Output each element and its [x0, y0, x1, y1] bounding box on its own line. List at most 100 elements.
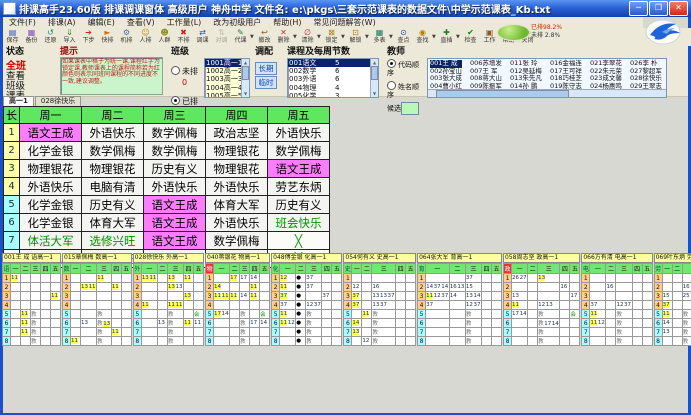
- mini-cell[interactable]: 教: [31, 337, 41, 346]
- mini-cell[interactable]: [230, 337, 240, 346]
- mini-cell[interactable]: [280, 337, 296, 346]
- mini-cell[interactable]: 教: [465, 337, 481, 346]
- mini-cell[interactable]: [51, 274, 61, 283]
- mini-cell[interactable]: [71, 301, 81, 310]
- mini-cell[interactable]: 11: [280, 310, 296, 319]
- mini-cell[interactable]: [322, 310, 332, 319]
- lesson-cell[interactable]: 语文王成: [20, 124, 82, 142]
- mini-cell[interactable]: [332, 319, 342, 328]
- mini-cell[interactable]: [492, 328, 502, 337]
- mini-cell[interactable]: 11: [280, 283, 296, 292]
- toolbar-button-解锁[interactable]: ⊡解锁: [346, 28, 365, 44]
- mini-cell[interactable]: [121, 292, 131, 301]
- mini-cell[interactable]: 16: [682, 283, 691, 292]
- mini-cell[interactable]: 教: [97, 337, 112, 346]
- mini-cell[interactable]: [214, 337, 230, 346]
- toolbar-button-不排[interactable]: ✖不排: [174, 28, 193, 44]
- mini-cell[interactable]: [560, 274, 570, 283]
- mini-cell[interactable]: [194, 283, 204, 292]
- teacher-block-title[interactable]: 048傅金银 化高一1: [271, 253, 342, 263]
- mini-cell[interactable]: [482, 310, 492, 319]
- mini-cell[interactable]: 14: [250, 274, 260, 283]
- mini-cell[interactable]: 会: [260, 310, 270, 319]
- mini-cell[interactable]: [606, 274, 616, 283]
- mini-cell[interactable]: [157, 292, 167, 301]
- mini-cell[interactable]: [11, 328, 21, 337]
- lesson-cell[interactable]: 外语快乐: [82, 124, 144, 142]
- mini-cell[interactable]: [31, 283, 41, 292]
- toolbar-button-导入[interactable]: ⇓导入: [60, 28, 79, 44]
- mini-cell[interactable]: [260, 328, 270, 337]
- mini-cell[interactable]: [230, 328, 240, 337]
- mini-cell[interactable]: [642, 301, 652, 310]
- mini-cell[interactable]: 13: [167, 274, 183, 283]
- mini-cell[interactable]: [157, 337, 167, 346]
- mini-cell[interactable]: [396, 310, 406, 319]
- mini-cell[interactable]: [31, 292, 41, 301]
- mini-cell[interactable]: [260, 274, 270, 283]
- mini-cell[interactable]: [406, 328, 416, 337]
- mini-cell[interactable]: [570, 274, 580, 283]
- toolbar-button-工作[interactable]: ▣工作: [480, 28, 499, 44]
- toolbar-button-保存[interactable]: ▤保存: [3, 28, 22, 44]
- mini-cell[interactable]: [81, 310, 97, 319]
- mini-cell[interactable]: [362, 319, 372, 328]
- mini-cell[interactable]: [642, 319, 652, 328]
- mini-cell[interactable]: [352, 274, 362, 283]
- lesson-cell[interactable]: 物理银花: [20, 160, 82, 178]
- course-list-item[interactable]: 005化学3: [288, 92, 378, 98]
- mini-cell[interactable]: 教: [306, 310, 322, 319]
- mini-cell[interactable]: [482, 328, 492, 337]
- mini-cell[interactable]: 教: [682, 310, 691, 319]
- lesson-cell[interactable]: 数学佩梅: [206, 232, 268, 250]
- mini-cell[interactable]: [362, 283, 372, 292]
- lesson-cell[interactable]: 数学佩梅: [268, 142, 330, 160]
- lesson-cell[interactable]: 历史有义: [268, 196, 330, 214]
- mini-cell[interactable]: [528, 274, 538, 283]
- mini-cell[interactable]: [606, 337, 616, 346]
- lesson-cell[interactable]: 语文王成: [144, 214, 206, 232]
- mini-cell[interactable]: [396, 274, 406, 283]
- mini-cell[interactable]: [426, 337, 450, 346]
- mini-cell[interactable]: 37: [590, 301, 606, 310]
- mini-cell[interactable]: [426, 310, 450, 319]
- mini-cell[interactable]: [230, 301, 240, 310]
- whole-class-link[interactable]: 全班: [6, 57, 58, 72]
- mini-cell[interactable]: [632, 283, 642, 292]
- mini-cell[interactable]: [230, 319, 240, 328]
- mini-cell[interactable]: [240, 301, 250, 310]
- toolbar-button-调课[interactable]: ⇄调课: [193, 28, 212, 44]
- mini-cell[interactable]: [406, 337, 416, 346]
- mini-cell[interactable]: [31, 274, 41, 283]
- lesson-cell[interactable]: 语文王成: [144, 232, 206, 250]
- mini-cell[interactable]: [616, 292, 632, 301]
- teacher-block-title[interactable]: 028徐快乐 外高一1: [133, 253, 204, 263]
- mini-cell[interactable]: 教: [306, 319, 322, 328]
- mini-cell[interactable]: 37: [352, 301, 362, 310]
- mini-cell[interactable]: [11, 319, 21, 328]
- mini-cell[interactable]: 教: [306, 328, 322, 337]
- mini-cell[interactable]: 11: [97, 274, 112, 283]
- mini-cell[interactable]: 11: [512, 301, 528, 310]
- mini-cell[interactable]: 教: [240, 310, 250, 319]
- mini-cell[interactable]: 教: [31, 319, 41, 328]
- mini-cell[interactable]: 11: [21, 319, 31, 328]
- mini-cell[interactable]: [560, 337, 570, 346]
- mini-cell[interactable]: [352, 310, 362, 319]
- mini-cell[interactable]: [606, 319, 616, 328]
- toolbar-button-人群[interactable]: ☻人群: [155, 28, 174, 44]
- mini-cell[interactable]: [332, 292, 342, 301]
- toolbar-button-撤改[interactable]: ↩撤改: [255, 28, 274, 44]
- mini-cell[interactable]: [570, 328, 580, 337]
- mini-cell[interactable]: 14: [662, 319, 672, 328]
- mini-cell[interactable]: [396, 301, 406, 310]
- teacher-listbox[interactable]: 001王 成002孙宝山003张大成004曹小红005齐 梅006苏增发007王…: [427, 58, 667, 98]
- mini-cell[interactable]: [538, 292, 560, 301]
- lesson-cell[interactable]: 体育大军: [206, 196, 268, 214]
- mini-cell[interactable]: 11: [184, 319, 194, 328]
- mini-cell[interactable]: [528, 292, 538, 301]
- mini-cell[interactable]: 教 13: [97, 319, 112, 328]
- mini-cell[interactable]: 教: [465, 328, 481, 337]
- mini-cell[interactable]: [41, 283, 51, 292]
- mini-cell[interactable]: [322, 328, 332, 337]
